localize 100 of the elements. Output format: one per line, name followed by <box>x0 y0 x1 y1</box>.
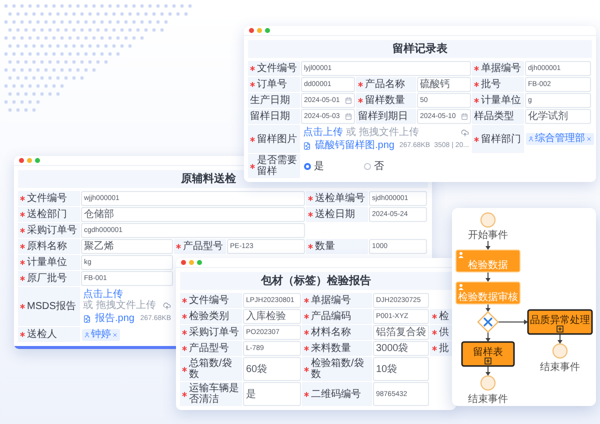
input-field[interactable]: 60袋 <box>243 357 301 381</box>
radio-button[interactable] <box>364 162 371 170</box>
form-title: 包材（标签）检验报告 <box>261 274 371 289</box>
field-label: 送检部门 <box>27 209 67 220</box>
node-label: 检验数据 <box>468 260 508 271</box>
input-field[interactable]: 仓储部 <box>81 207 305 222</box>
minimize-button[interactable] <box>189 260 194 265</box>
field-label: 检 <box>439 311 449 322</box>
field-label: 产品型号 <box>183 241 223 252</box>
field-label: 计量单位 <box>481 95 521 106</box>
field-label: 单据编号 <box>311 295 351 306</box>
form-title: 原辅料送检 <box>181 172 236 187</box>
field-label: 单据编号 <box>481 63 521 74</box>
close-button[interactable] <box>249 28 254 33</box>
field-label: 是否需要留样 <box>257 155 298 177</box>
end-event <box>480 375 496 391</box>
user-icon <box>528 136 534 142</box>
flow-arrow <box>486 332 490 342</box>
field-label: 送检日期 <box>315 209 355 220</box>
minimize-button[interactable] <box>257 28 262 33</box>
subprocess-node[interactable] <box>527 309 593 335</box>
field-label: 留样图片 <box>257 134 297 144</box>
radio-button[interactable] <box>304 162 311 170</box>
file-icon <box>303 142 311 150</box>
input-field[interactable]: 10袋 <box>373 357 429 381</box>
field-label: 批 <box>439 343 449 354</box>
minimize-button[interactable] <box>27 158 32 163</box>
field-label: 送检人 <box>27 329 57 340</box>
calendar-icon <box>461 113 468 120</box>
calendar-icon <box>345 113 352 120</box>
field-label: 产品名称 <box>365 79 405 90</box>
form-title: 留样记录表 <box>392 42 448 57</box>
node-label: 品质异常处理 <box>530 315 590 326</box>
field-label: 批号 <box>481 79 501 90</box>
input-field[interactable]: 入库检验 <box>243 309 301 324</box>
expand-marker-icon[interactable] <box>484 358 492 364</box>
field-label: 材料名称 <box>311 327 351 338</box>
input-field[interactable]: 硫酸钙 <box>417 77 471 92</box>
subprocess-node[interactable] <box>461 341 515 367</box>
radio-option[interactable]: 是 <box>304 160 324 172</box>
field-label: 计量单位 <box>27 257 67 268</box>
input-field[interactable]: 聚乙烯 <box>81 239 173 254</box>
field-label: 留样数量 <box>365 95 405 106</box>
start-event <box>480 212 496 228</box>
field-label: 采购订单号 <box>189 327 239 338</box>
user-icon <box>84 332 90 338</box>
upload-link[interactable]: 点击上传 <box>83 289 123 300</box>
task-node[interactable] <box>456 282 520 304</box>
field-label: 送检单编号 <box>315 193 365 204</box>
input-field[interactable]: 是 <box>243 382 301 406</box>
file-icon <box>83 314 91 322</box>
gateway-node <box>477 311 499 333</box>
field-label: 文件编号 <box>189 295 229 306</box>
maximize-button[interactable] <box>197 260 202 265</box>
field-label: 样品类型 <box>474 111 514 122</box>
field-label: 采购订单号 <box>27 225 77 236</box>
upload-link[interactable]: 点击上传 <box>303 127 343 138</box>
field-label: 二维码编号 <box>311 388 361 400</box>
file-name-link[interactable]: 报告.png <box>95 313 134 324</box>
flow-arrow <box>486 272 490 282</box>
close-icon[interactable] <box>112 332 118 338</box>
field-label: 总箱数/袋数 <box>189 358 233 380</box>
field-label: 原料名称 <box>27 241 67 252</box>
field-label: 留样部门 <box>481 134 521 144</box>
cloud-upload-icon[interactable] <box>461 128 469 136</box>
field-label: 生产日期 <box>250 95 290 106</box>
file-name-link[interactable]: 硫酸钙留样图.png <box>315 140 394 151</box>
upload-hint: 或 拖拽文件上传 <box>346 127 419 138</box>
user-icon <box>458 252 464 258</box>
maximize-button[interactable] <box>35 158 40 163</box>
calendar-icon <box>345 97 352 104</box>
field-label: 产品编码 <box>311 311 351 322</box>
close-icon[interactable] <box>586 136 592 142</box>
task-node[interactable] <box>456 250 520 272</box>
end-event <box>552 343 568 359</box>
node-label: 检验数据审核 <box>458 292 518 303</box>
field-label: MSDS报告 <box>27 301 76 312</box>
input-field[interactable]: 3000袋 <box>373 341 429 356</box>
cloud-upload-icon[interactable] <box>163 302 171 310</box>
input-field[interactable]: 铝箔复合袋 <box>373 325 429 340</box>
node-label: 留样表 <box>473 347 503 358</box>
expand-marker-icon[interactable] <box>556 326 564 332</box>
close-button[interactable] <box>19 158 24 163</box>
field-label: 检验箱数/袋数 <box>311 358 365 380</box>
field-label: 文件编号 <box>27 193 67 204</box>
upload-hint: 或 拖拽文件上传 <box>83 300 156 311</box>
field-label: 供 <box>439 327 449 338</box>
field-label: 原厂批号 <box>27 273 67 284</box>
node-label: 结束事件 <box>540 362 580 373</box>
radio-option[interactable]: 否 <box>364 160 384 172</box>
maximize-button[interactable] <box>265 28 270 33</box>
flow-arrow <box>498 320 528 324</box>
field-label: 产品型号 <box>189 343 229 354</box>
field-label: 来料数量 <box>311 343 351 354</box>
field-label: 文件编号 <box>257 63 297 74</box>
field-label: 检验类别 <box>189 311 229 322</box>
input-field[interactable]: 化学试剂 <box>525 109 591 124</box>
close-button[interactable] <box>181 260 186 265</box>
user-icon <box>458 284 464 290</box>
field-label: 订单号 <box>257 79 287 90</box>
